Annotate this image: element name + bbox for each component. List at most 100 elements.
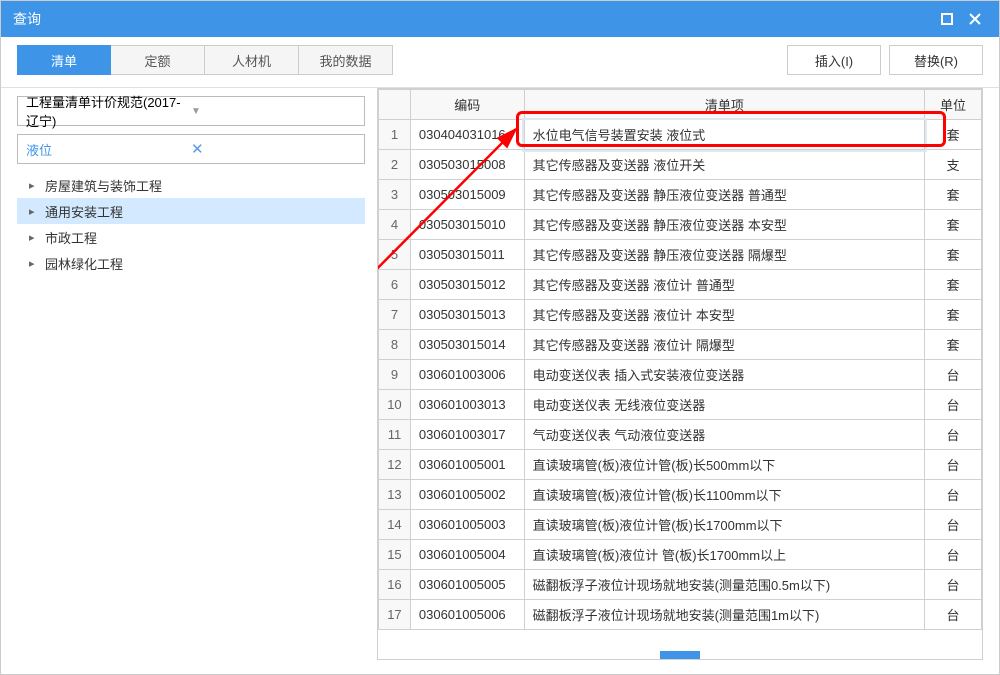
cell-code[interactable]: 030503015013 xyxy=(410,300,524,330)
dropdown-value: 工程量清单计价规范(2017-辽宁) xyxy=(26,92,191,130)
table-row[interactable]: 9030601003006电动变送仪表 插入式安装液位变送器台 xyxy=(379,360,982,390)
cell-code[interactable]: 030601005002 xyxy=(410,480,524,510)
cell-code[interactable]: 030601005005 xyxy=(410,570,524,600)
insert-button[interactable]: 插入(I) xyxy=(787,45,881,75)
cell-code[interactable]: 030503015014 xyxy=(410,330,524,360)
cell-desc[interactable]: 其它传感器及变送器 液位计 隔爆型 xyxy=(524,330,925,360)
cell-unit[interactable]: 台 xyxy=(925,360,982,390)
cell-code[interactable]: 030601005003 xyxy=(410,510,524,540)
cell-desc[interactable]: 气动变送仪表 气动液位变送器 xyxy=(524,420,925,450)
tab-list[interactable]: 清单 xyxy=(17,45,111,75)
cell-unit[interactable]: 套 xyxy=(925,210,982,240)
table-row[interactable]: 11030601003017气动变送仪表 气动液位变送器台 xyxy=(379,420,982,450)
cell-code[interactable]: 030601005001 xyxy=(410,450,524,480)
cell-unit[interactable]: 套 xyxy=(925,270,982,300)
cell-unit[interactable]: 台 xyxy=(925,570,982,600)
table-row[interactable]: 2030503015008其它传感器及变送器 液位开关支 xyxy=(379,150,982,180)
table-row[interactable]: 6030503015012其它传感器及变送器 液位计 普通型套 xyxy=(379,270,982,300)
cell-desc[interactable]: 其它传感器及变送器 液位计 普通型 xyxy=(524,270,925,300)
cell-desc[interactable]: 其它传感器及变送器 液位开关 xyxy=(524,150,925,180)
tree-item[interactable]: ▸园林绿化工程 xyxy=(17,250,365,276)
cell-desc[interactable]: 其它传感器及变送器 静压液位变送器 本安型 xyxy=(524,210,925,240)
cell-code[interactable]: 030601005004 xyxy=(410,540,524,570)
cell-code[interactable]: 030601003017 xyxy=(410,420,524,450)
header-unit[interactable]: 单位 xyxy=(925,90,982,120)
row-number: 16 xyxy=(379,570,411,600)
cell-unit[interactable]: 台 xyxy=(925,420,982,450)
left-pane: 工程量清单计价规范(2017-辽宁) ▼ 液位 ✕ ▸房屋建筑与装饰工程▸通用安… xyxy=(17,88,365,660)
replace-button[interactable]: 替换(R) xyxy=(889,45,983,75)
row-number: 15 xyxy=(379,540,411,570)
cell-unit[interactable]: 台 xyxy=(925,540,982,570)
cell-desc[interactable]: 水位电气信号装置安装 液位式 xyxy=(524,120,925,150)
result-grid[interactable]: 编码 清单项 单位 1030404031016水位电气信号装置安装 液位式套20… xyxy=(378,89,982,659)
cell-desc[interactable]: 直读玻璃管(板)液位计管(板)长1100mm以下 xyxy=(524,480,925,510)
cell-unit[interactable]: 台 xyxy=(925,390,982,420)
close-button[interactable] xyxy=(963,7,987,31)
chevron-down-icon: ▼ xyxy=(191,106,356,117)
table-row[interactable]: 8030503015014其它传感器及变送器 液位计 隔爆型套 xyxy=(379,330,982,360)
cell-desc[interactable]: 磁翻板浮子液位计现场就地安装(测量范围1m以下) xyxy=(524,600,925,630)
cell-code[interactable]: 030503015011 xyxy=(410,240,524,270)
search-input[interactable]: 液位 ✕ xyxy=(17,134,365,164)
cell-code[interactable]: 030503015012 xyxy=(410,270,524,300)
caret-right-icon: ▸ xyxy=(29,205,41,218)
cell-unit[interactable]: 套 xyxy=(925,120,982,150)
resize-handle[interactable] xyxy=(660,651,700,659)
cell-unit[interactable]: 套 xyxy=(925,300,982,330)
tab-rcj[interactable]: 人材机 xyxy=(205,45,299,75)
header-code[interactable]: 编码 xyxy=(410,90,524,120)
cell-unit[interactable]: 套 xyxy=(925,240,982,270)
table-row[interactable]: 17030601005006磁翻板浮子液位计现场就地安装(测量范围1m以下)台 xyxy=(379,600,982,630)
cell-unit[interactable]: 支 xyxy=(925,150,982,180)
table-row[interactable]: 16030601005005磁翻板浮子液位计现场就地安装(测量范围0.5m以下)… xyxy=(379,570,982,600)
cell-desc[interactable]: 直读玻璃管(板)液位计 管(板)长1700mm以上 xyxy=(524,540,925,570)
cell-unit[interactable]: 套 xyxy=(925,180,982,210)
cell-code[interactable]: 030404031016 xyxy=(410,120,524,150)
toolbar: 清单 定额 人材机 我的数据 插入(I) 替换(R) xyxy=(1,37,999,87)
spec-dropdown[interactable]: 工程量清单计价规范(2017-辽宁) ▼ xyxy=(17,96,365,126)
header-desc[interactable]: 清单项 xyxy=(524,90,925,120)
table-row[interactable]: 5030503015011其它传感器及变送器 静压液位变送器 隔爆型套 xyxy=(379,240,982,270)
query-window: 查询 清单 定额 人材机 我的数据 插入(I) 替换(R) 工程量清单计价规范(… xyxy=(0,0,1000,675)
table-row[interactable]: 10030601003013电动变送仪表 无线液位变送器台 xyxy=(379,390,982,420)
table-row[interactable]: 13030601005002直读玻璃管(板)液位计管(板)长1100mm以下台 xyxy=(379,480,982,510)
tree-item[interactable]: ▸通用安装工程 xyxy=(17,198,365,224)
table-row[interactable]: 7030503015013其它传感器及变送器 液位计 本安型套 xyxy=(379,300,982,330)
tree-item[interactable]: ▸房屋建筑与装饰工程 xyxy=(17,172,365,198)
cell-code[interactable]: 030503015010 xyxy=(410,210,524,240)
cell-code[interactable]: 030503015008 xyxy=(410,150,524,180)
cell-desc[interactable]: 直读玻璃管(板)液位计管(板)长500mm以下 xyxy=(524,450,925,480)
cell-desc[interactable]: 直读玻璃管(板)液位计管(板)长1700mm以下 xyxy=(524,510,925,540)
row-number: 7 xyxy=(379,300,411,330)
table-row[interactable]: 1030404031016水位电气信号装置安装 液位式套 xyxy=(379,120,982,150)
cell-desc[interactable]: 电动变送仪表 无线液位变送器 xyxy=(524,390,925,420)
cell-code[interactable]: 030601003006 xyxy=(410,360,524,390)
table-row[interactable]: 14030601005003直读玻璃管(板)液位计管(板)长1700mm以下台 xyxy=(379,510,982,540)
table-row[interactable]: 15030601005004直读玻璃管(板)液位计 管(板)长1700mm以上台 xyxy=(379,540,982,570)
cell-desc[interactable]: 电动变送仪表 插入式安装液位变送器 xyxy=(524,360,925,390)
cell-unit[interactable]: 套 xyxy=(925,330,982,360)
cell-desc[interactable]: 其它传感器及变送器 静压液位变送器 隔爆型 xyxy=(524,240,925,270)
clear-search-icon[interactable]: ✕ xyxy=(191,140,356,158)
cell-unit[interactable]: 台 xyxy=(925,450,982,480)
cell-desc[interactable]: 其它传感器及变送器 静压液位变送器 普通型 xyxy=(524,180,925,210)
cell-code[interactable]: 030601003013 xyxy=(410,390,524,420)
cell-code[interactable]: 030503015009 xyxy=(410,180,524,210)
cell-code[interactable]: 030601005006 xyxy=(410,600,524,630)
tree-item-label: 房屋建筑与装饰工程 xyxy=(45,176,162,195)
cell-desc[interactable]: 其它传感器及变送器 液位计 本安型 xyxy=(524,300,925,330)
maximize-button[interactable] xyxy=(935,7,959,31)
tab-quota[interactable]: 定额 xyxy=(111,45,205,75)
cell-unit[interactable]: 台 xyxy=(925,510,982,540)
table-row[interactable]: 12030601005001直读玻璃管(板)液位计管(板)长500mm以下台 xyxy=(379,450,982,480)
table-row[interactable]: 3030503015009其它传感器及变送器 静压液位变送器 普通型套 xyxy=(379,180,982,210)
cell-unit[interactable]: 台 xyxy=(925,480,982,510)
cell-desc[interactable]: 磁翻板浮子液位计现场就地安装(测量范围0.5m以下) xyxy=(524,570,925,600)
table-row[interactable]: 4030503015010其它传感器及变送器 静压液位变送器 本安型套 xyxy=(379,210,982,240)
tab-mydata[interactable]: 我的数据 xyxy=(299,45,393,75)
tree-item-label: 市政工程 xyxy=(45,228,97,247)
cell-unit[interactable]: 台 xyxy=(925,600,982,630)
row-number: 2 xyxy=(379,150,411,180)
tree-item[interactable]: ▸市政工程 xyxy=(17,224,365,250)
